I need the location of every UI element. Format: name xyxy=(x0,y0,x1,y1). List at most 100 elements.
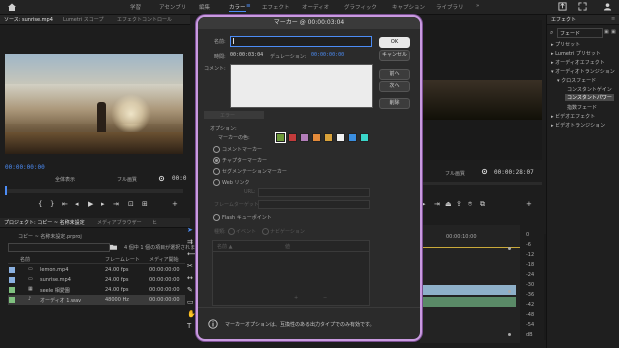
track-select-tool-icon[interactable]: ⇉ xyxy=(187,238,193,246)
tree-item[interactable]: コンスタントゲイン xyxy=(567,86,612,93)
workspace-tab-color[interactable]: カラー xyxy=(229,3,246,12)
mark-out-icon[interactable]: } xyxy=(50,200,54,208)
workspace-tab-edit[interactable]: 編集 xyxy=(199,3,210,11)
32bit-effects-icon[interactable]: ▣ xyxy=(611,29,616,35)
program-quality-select[interactable]: フル画質 xyxy=(445,170,465,177)
source-scrubber[interactable] xyxy=(5,186,183,195)
comment-textarea[interactable] xyxy=(230,64,373,108)
add-button-icon[interactable]: + xyxy=(526,200,532,208)
go-to-out-icon[interactable]: ⇥ xyxy=(434,200,440,208)
lift-icon[interactable]: ⏏ xyxy=(445,200,452,208)
radio-comment-marker[interactable] xyxy=(213,146,220,153)
scroll-handle[interactable] xyxy=(508,333,511,336)
add-parameter-button[interactable]: + xyxy=(294,295,298,301)
source-quality-select[interactable]: フル画質 xyxy=(117,176,137,183)
cancel-button[interactable]: キャンセル xyxy=(379,50,410,61)
frame-target-input[interactable] xyxy=(258,200,370,209)
column-media-start[interactable]: メディア開始 xyxy=(149,256,179,263)
marker-name-input[interactable] xyxy=(230,36,372,47)
project-search-input[interactable] xyxy=(8,243,110,252)
work-area-bar[interactable] xyxy=(420,247,520,248)
workspace-tab-libraries[interactable]: ライブラリ xyxy=(436,3,464,11)
home-icon[interactable] xyxy=(7,2,17,12)
audio-clip[interactable] xyxy=(420,297,516,307)
step-forward-icon[interactable]: ▸ xyxy=(422,200,426,208)
add-button-icon[interactable]: + xyxy=(172,200,178,208)
export-frame-icon[interactable]: ⌾ xyxy=(468,200,472,209)
selection-tool-icon[interactable]: ➤ xyxy=(187,226,193,234)
workspace-tab-assembly[interactable]: アセンブリ xyxy=(159,3,186,11)
pen-tool-icon[interactable]: ✎ xyxy=(187,286,193,294)
program-settings-icon[interactable] xyxy=(481,168,488,175)
program-scrubber[interactable] xyxy=(420,182,542,185)
column-name[interactable]: 名前 xyxy=(20,256,30,263)
source-playhead[interactable] xyxy=(5,186,7,195)
tab-media-browser[interactable]: メディアブラウザー xyxy=(97,219,142,226)
source-settings-icon[interactable] xyxy=(158,175,165,182)
slip-tool-icon[interactable]: ↔ xyxy=(187,274,193,282)
tab-effect-controls[interactable]: エフェクトコントロール xyxy=(117,16,172,23)
column-frame-rate[interactable]: フレームレート xyxy=(105,256,140,263)
param-name-column[interactable]: 名前 ▲ xyxy=(217,243,232,250)
radio-event[interactable] xyxy=(228,228,235,235)
tree-item[interactable]: ▸ オーディオエフェクト xyxy=(551,59,605,66)
razor-tool-icon[interactable]: ✂ xyxy=(187,262,193,270)
source-zoom-select[interactable]: 全体表示 xyxy=(55,176,75,183)
label-color-chip[interactable] xyxy=(9,277,15,283)
user-account-icon[interactable] xyxy=(603,2,612,11)
new-bin-icon[interactable] xyxy=(110,244,117,250)
color-swatch-blue[interactable] xyxy=(348,133,357,142)
accelerated-effects-icon[interactable]: ▣ xyxy=(604,29,609,35)
ok-button[interactable]: OK xyxy=(379,37,410,48)
step-back-icon[interactable]: ◂ xyxy=(75,200,79,208)
project-row[interactable]: ▭ sunrise.mp4 24.00 fps 00:00:00:00 xyxy=(8,275,185,285)
workspace-tab-graphics[interactable]: グラフィック xyxy=(344,3,377,11)
overwrite-icon[interactable]: ⊞ xyxy=(142,200,148,208)
insert-icon[interactable]: ⊡ xyxy=(128,200,134,208)
param-value-column[interactable]: 値 xyxy=(285,243,290,250)
rectangle-tool-icon[interactable]: ▭ xyxy=(187,298,194,306)
tab-source[interactable]: ソース: sunrise.mp4 xyxy=(4,16,53,23)
panel-menu-icon[interactable]: ≡ xyxy=(611,16,615,22)
tab-history[interactable]: ヒ xyxy=(152,219,157,226)
comparison-view-icon[interactable]: ⧉ xyxy=(480,200,485,209)
tab-project[interactable]: プロジェクト: コピー ~ 名称未設定 xyxy=(4,219,85,226)
previous-button[interactable]: 前へ xyxy=(379,69,410,80)
radio-chapter-marker[interactable] xyxy=(213,157,220,164)
tab-effects[interactable]: エフェクト xyxy=(551,16,576,23)
tree-item[interactable]: ▸ ビデオエフェクト xyxy=(551,113,595,120)
project-row[interactable]: ▭ lemon.mp4 24.00 fps 00:00:00:00 xyxy=(8,265,185,275)
delete-button[interactable]: 削除 xyxy=(379,98,410,109)
duration-value[interactable]: 00:00:00:00 xyxy=(311,52,344,58)
scroll-handle[interactable] xyxy=(508,290,511,293)
tab-lumetri-scopes[interactable]: Lumetri スコープ xyxy=(63,16,104,23)
workspace-tab-captions[interactable]: キャプション xyxy=(392,3,425,11)
scroll-handle[interactable] xyxy=(508,247,511,250)
tree-item[interactable]: ▾ オーディオトランジション xyxy=(551,68,615,75)
hand-tool-icon[interactable]: ✋ xyxy=(187,310,196,318)
radio-navigation[interactable] xyxy=(262,228,269,235)
color-swatch-red[interactable] xyxy=(288,133,297,142)
tree-item[interactable]: ▸ Lumetri プリセット xyxy=(551,50,601,57)
extract-icon[interactable]: ⇪ xyxy=(456,200,462,208)
tree-item[interactable]: ▸ ビデオトランジション xyxy=(551,122,605,129)
label-color-chip[interactable] xyxy=(9,287,15,293)
share-icon[interactable] xyxy=(558,2,567,11)
project-row[interactable]: ▦ seele 相愛園 24.00 fps 00:00:00:00 xyxy=(8,285,185,295)
type-tool-icon[interactable]: T xyxy=(187,322,191,330)
color-swatch-yellow[interactable] xyxy=(324,133,333,142)
step-forward-icon[interactable]: ▸ xyxy=(101,200,105,208)
workspace-tab-learn[interactable]: 学習 xyxy=(130,3,141,11)
radio-web-link[interactable] xyxy=(213,179,220,186)
workspace-tab-effects[interactable]: エフェクト xyxy=(262,3,290,11)
go-to-in-icon[interactable]: ⇤ xyxy=(62,200,68,208)
color-swatch-rose[interactable] xyxy=(300,133,309,142)
color-swatch-cyan[interactable] xyxy=(360,133,369,142)
color-swatch-white[interactable] xyxy=(336,133,345,142)
project-row-selected[interactable]: ♪ オーディオ 1.wav 48000 Hz 00:00:00:00 xyxy=(8,295,185,305)
next-button[interactable]: 次へ xyxy=(379,81,410,92)
tree-item[interactable]: ▸ プリセット xyxy=(551,41,580,48)
radio-flash-cue-point[interactable] xyxy=(213,214,220,221)
color-swatch-green[interactable] xyxy=(275,132,286,143)
url-input[interactable] xyxy=(258,188,370,197)
